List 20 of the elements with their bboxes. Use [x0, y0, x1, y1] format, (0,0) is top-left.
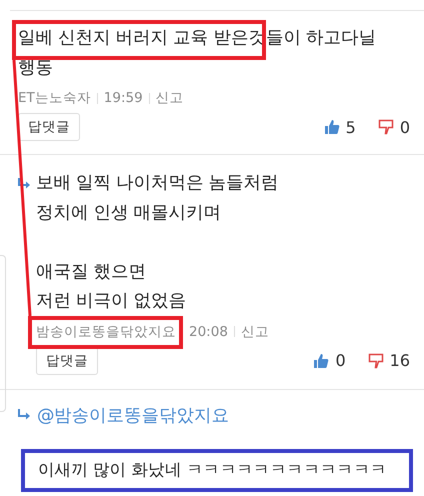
like-count: 0 [335, 351, 346, 370]
comment-text: 보배 일찍 나이처먹은 놈들처럼 정치에 인생 매몰시키며 애국질 했으면 저런 비극이 없었음 [36, 172, 280, 313]
thumbs-up-icon[interactable] [324, 119, 340, 135]
report-link[interactable]: 신고 [156, 89, 184, 107]
dislike-count: 0 [400, 118, 410, 136]
report-link[interactable]: 신고 [240, 322, 269, 340]
reply-arrow-icon [17, 177, 31, 191]
thumbs-down-icon[interactable] [378, 119, 394, 135]
comment-time: 20:08 [189, 324, 228, 340]
reply-draft-text: 이새끼 많이 화났네 ㅋㅋㅋㅋㅋㅋㅋㅋㅋㅋㅋㅋ [38, 458, 388, 480]
author-name[interactable]: ET는노숙자 [18, 89, 91, 107]
reply-arrow-icon [17, 408, 31, 422]
dislike-count: 16 [390, 351, 410, 370]
reply-button[interactable]: 답댓글 [18, 113, 80, 141]
thumbs-up-icon[interactable] [313, 352, 330, 368]
thumbs-down-icon[interactable] [368, 352, 384, 368]
reply-target[interactable]: @밤송이로똥을닦았지요 [37, 402, 229, 426]
comment-time: 19:59 [104, 90, 143, 106]
like-count: 5 [346, 118, 356, 136]
author-name[interactable]: 밤송이로똥을닦았지요 [36, 322, 176, 340]
